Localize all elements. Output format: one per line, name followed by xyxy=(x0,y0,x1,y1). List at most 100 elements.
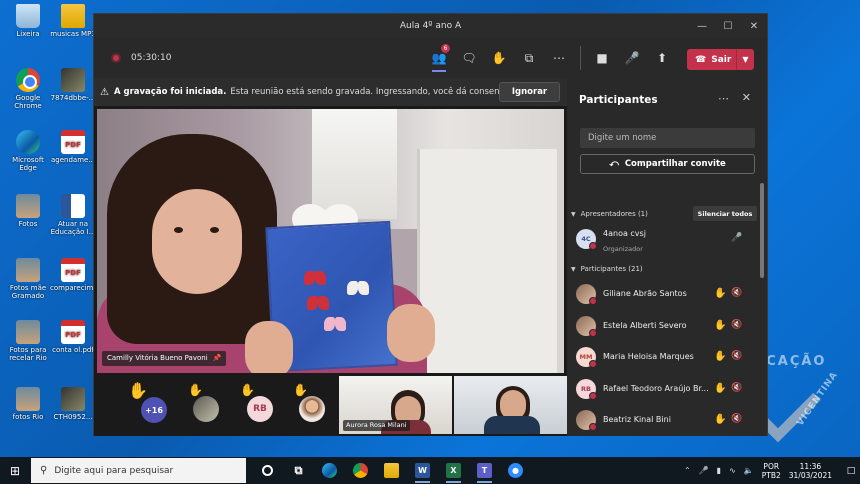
camera-button[interactable]: ■ xyxy=(587,38,617,78)
wifi-icon[interactable]: ∿ xyxy=(729,466,736,475)
participant-avatar[interactable] xyxy=(193,396,219,422)
video-tile[interactable] xyxy=(454,376,567,434)
participant-row[interactable]: Giliane Abrão Santos ✋ 🔇 xyxy=(567,280,757,310)
mic-icon[interactable]: 🎤 xyxy=(699,466,709,475)
teams-taskbar-button[interactable]: T xyxy=(469,457,500,484)
raised-hand-icon: ✋ xyxy=(714,351,727,362)
panel-more-icon[interactable]: ⋯ xyxy=(718,92,729,105)
maximize-button[interactable]: ☐ xyxy=(715,14,741,38)
volume-icon[interactable]: 🔈 xyxy=(744,466,754,475)
video-hand-left xyxy=(245,321,293,373)
cortana-button[interactable] xyxy=(252,457,283,484)
toolbar-divider xyxy=(580,46,581,70)
desktop-icon[interactable]: Fotos xyxy=(5,194,51,228)
notifications-icon[interactable]: □ xyxy=(842,466,860,476)
desktop-icon[interactable]: Lixeira xyxy=(5,4,51,38)
desktop-icon[interactable]: Google Chrome xyxy=(5,68,51,110)
panel-close-icon[interactable]: ✕ xyxy=(742,91,751,104)
reactions-button[interactable]: ✋ xyxy=(484,38,514,78)
participant-row[interactable]: MM Maria Heloisa Marques ✋ 🔇 xyxy=(567,343,757,373)
participants-panel: Participantes ⋯ ✕ Digite um nome ⤺ Compa… xyxy=(567,78,767,436)
participants-button[interactable]: 👥 6 xyxy=(424,38,454,78)
img2-icon xyxy=(61,68,85,92)
share-invite-label: Compartilhar convite xyxy=(624,159,726,169)
leave-options-chevron-icon[interactable]: ▼ xyxy=(736,49,754,70)
desktop-icon[interactable]: agendame... xyxy=(50,130,96,164)
participant-avatar-rb[interactable]: RB xyxy=(247,396,273,422)
desktop-icon[interactable]: musicas MP3 xyxy=(50,4,96,38)
mic-muted-icon: 🔇 xyxy=(731,382,743,393)
more-actions-button[interactable]: ⋯ xyxy=(544,38,574,78)
mute-all-button[interactable]: Silenciar todos xyxy=(693,206,757,221)
desktop-icon[interactable]: comparecim... xyxy=(50,258,100,292)
ignore-button[interactable]: Ignorar xyxy=(499,82,560,102)
share-invite-button[interactable]: ⤺ Compartilhar convite xyxy=(580,154,755,174)
photo-icon xyxy=(16,258,40,282)
raised-hand-icon: ✋ xyxy=(714,288,727,299)
desktop-icon-label: agendame... xyxy=(50,156,95,164)
overflow-participants-button[interactable]: +16 xyxy=(141,397,167,423)
language-indicator[interactable]: POR PTB2 xyxy=(762,462,781,480)
battery-icon[interactable]: ▮ xyxy=(717,466,721,475)
desktop-icon[interactable]: Atuar na Educação I... xyxy=(50,194,96,236)
desktop-icon[interactable]: 7874dbbe-... xyxy=(50,68,96,102)
participant-name: Beatriz Kinal Bini xyxy=(603,415,671,424)
video-tile[interactable]: Aurora Rosa Milani xyxy=(339,376,452,434)
avatar xyxy=(576,284,597,305)
notice-text: Esta reunião está sendo gravada. Ingress… xyxy=(230,87,533,97)
desktop-icon[interactable]: CTH0952... xyxy=(50,387,96,421)
start-button[interactable]: ⊞ xyxy=(0,457,30,484)
presenter-row[interactable]: 4C 4anoa cvsj Organizador 🎤 xyxy=(567,225,757,255)
excel-taskbar-button[interactable]: X xyxy=(438,457,469,484)
participant-row[interactable]: Estela Alberti Severo ✋ 🔇 xyxy=(567,312,757,342)
folder-icon xyxy=(61,4,85,28)
desktop-icon[interactable]: fotos Rio xyxy=(5,387,51,421)
desktop-icon[interactable]: Microsoft Edge xyxy=(5,130,51,172)
clock[interactable]: 11:36 31/03/2021 xyxy=(789,462,832,480)
desktop-icon[interactable]: conta ol.pdf xyxy=(50,320,96,354)
participant-name: Maria Heloisa Marques xyxy=(603,352,694,361)
pinned-video-name-tag: Camilly Vitória Bueno Pavoni 📌 xyxy=(102,351,227,366)
minimize-button[interactable]: — xyxy=(689,14,715,38)
participants-section-header[interactable]: ▼ Participantes (21) xyxy=(567,261,757,277)
desktop-icon-label: conta ol.pdf xyxy=(52,346,94,354)
task-view-button[interactable]: ⧉ xyxy=(283,457,314,484)
windows-logo-icon: ⊞ xyxy=(9,463,21,478)
raised-hand-icon: ✋ xyxy=(714,382,727,394)
presenters-section-header[interactable]: ▼ Apresentadores (1) Silenciar todos xyxy=(567,206,757,222)
chat-button[interactable]: 🗨 xyxy=(454,38,484,78)
participant-avatar[interactable] xyxy=(299,396,325,422)
taskbar-search-placeholder: Digite aqui para pesquisar xyxy=(54,465,174,476)
teams-icon: T xyxy=(477,463,492,478)
participant-row[interactable]: Beatriz Kinal Bini ✋ 🔇 xyxy=(567,406,757,436)
avatar: 4C xyxy=(576,229,597,250)
microphone-button[interactable]: 🎤 xyxy=(617,38,647,78)
panel-scrollbar[interactable] xyxy=(760,183,764,278)
breakout-rooms-button[interactable]: ⧉ xyxy=(514,38,544,78)
chevron-up-icon[interactable]: ⌃ xyxy=(684,466,691,475)
participant-row[interactable]: RB Rafael Teodoro Araújo Br... ✋ 🔇 xyxy=(567,375,757,405)
taskbar-search-input[interactable]: ⚲ Digite aqui para pesquisar xyxy=(31,458,246,483)
word-taskbar-button[interactable]: W xyxy=(407,457,438,484)
chrome-taskbar-button[interactable] xyxy=(345,457,376,484)
video-stage: Camilly Vitória Bueno Pavoni 📌 ✋ +16 ✋ ✋… xyxy=(94,106,567,436)
chrome-icon xyxy=(16,68,40,92)
explorer-taskbar-button[interactable] xyxy=(376,457,407,484)
participant-name: Rafael Teodoro Araújo Br... xyxy=(603,383,709,393)
panel-header: Participantes ⋯ ✕ xyxy=(567,78,767,122)
system-tray: ⌃ 🎤 ▮ ∿ 🔈 POR PTB2 11:36 31/03/2021 □ xyxy=(680,457,860,484)
edge-taskbar-button[interactable] xyxy=(314,457,345,484)
close-button[interactable]: ✕ xyxy=(741,14,767,38)
zoom-icon: ● xyxy=(508,463,523,478)
photo-icon xyxy=(16,320,40,344)
participant-search-input[interactable]: Digite um nome xyxy=(580,128,755,148)
zoom-taskbar-button[interactable]: ● xyxy=(500,457,531,484)
pinned-video[interactable]: Camilly Vitória Bueno Pavoni 📌 xyxy=(97,109,564,373)
meeting-timer: 05:30:10 xyxy=(131,53,172,63)
raised-hand-icon: ✋ xyxy=(293,383,308,397)
chevron-down-icon: ▼ xyxy=(571,265,576,273)
desktop-icon[interactable]: Fotos mãe Gramado xyxy=(5,258,51,300)
desktop-icon[interactable]: Fotos para recelar Rio xyxy=(5,320,51,362)
leave-button[interactable]: ☎ Sair ▼ xyxy=(687,49,754,70)
share-screen-button[interactable]: ⬆ xyxy=(647,38,677,78)
